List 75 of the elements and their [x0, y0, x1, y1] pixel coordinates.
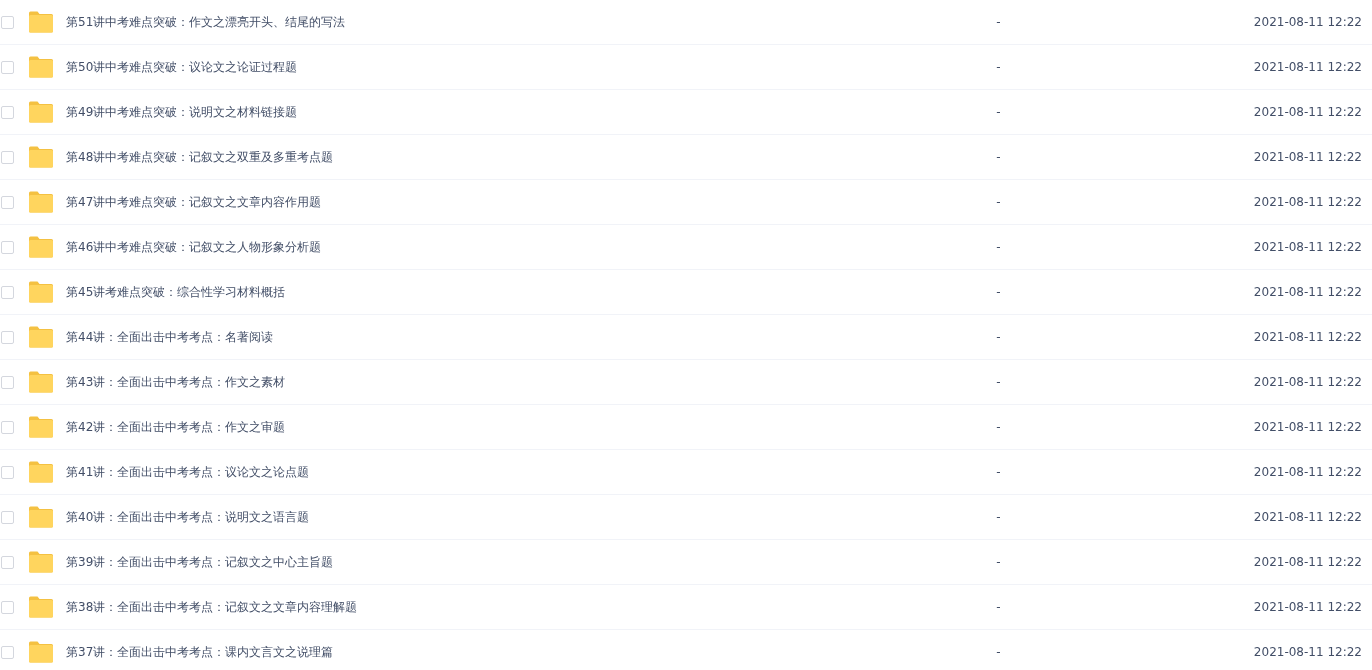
file-name[interactable]: 第43讲：全面出击中考考点：作文之素材 [66, 373, 766, 391]
file-name[interactable]: 第40讲：全面出击中考考点：说明文之语言题 [66, 508, 766, 526]
checkbox[interactable] [1, 60, 14, 74]
file-size: - [995, 60, 1002, 74]
file-name[interactable]: 第42讲：全面出击中考考点：作文之审题 [66, 418, 766, 436]
modified-date: 2021-08-11 12:22 [1253, 240, 1362, 254]
checkbox[interactable] [1, 195, 14, 209]
file-size: - [995, 195, 1002, 209]
file-size: - [995, 465, 1002, 479]
file-name[interactable]: 第37讲：全面出击中考考点：课内文言文之说理篇 [66, 643, 766, 661]
folder-icon [28, 596, 54, 618]
modified-date: 2021-08-11 12:22 [1253, 555, 1362, 569]
file-size: - [995, 330, 1002, 344]
file-size: - [995, 600, 1002, 614]
checkbox[interactable] [1, 105, 14, 119]
checkbox[interactable] [1, 240, 14, 254]
file-name[interactable]: 第38讲：全面出击中考考点：记叙文之文章内容理解题 [66, 598, 766, 616]
checkbox[interactable] [1, 150, 14, 164]
file-size: - [995, 420, 1002, 434]
file-size: - [995, 285, 1002, 299]
file-name[interactable]: 第51讲中考难点突破：作文之漂亮开头、结尾的写法 [66, 13, 766, 31]
folder-icon [28, 11, 54, 33]
file-name[interactable]: 第48讲中考难点突破：记叙文之双重及多重考点题 [66, 148, 766, 166]
folder-icon [28, 326, 54, 348]
modified-date: 2021-08-11 12:22 [1253, 465, 1362, 479]
modified-date: 2021-08-11 12:22 [1253, 510, 1362, 524]
file-name[interactable]: 第45讲考难点突破：综合性学习材料概括 [66, 283, 766, 301]
file-size: - [995, 375, 1002, 389]
modified-date: 2021-08-11 12:22 [1253, 285, 1362, 299]
file-name[interactable]: 第47讲中考难点突破：记叙文之文章内容作用题 [66, 193, 766, 211]
modified-date: 2021-08-11 12:22 [1253, 645, 1362, 659]
checkbox[interactable] [1, 645, 14, 659]
file-size: - [995, 555, 1002, 569]
folder-icon [28, 506, 54, 528]
checkbox[interactable] [1, 600, 14, 614]
file-name[interactable]: 第46讲中考难点突破：记叙文之人物形象分析题 [66, 238, 766, 256]
folder-icon [28, 461, 54, 483]
file-size: - [995, 150, 1002, 164]
file-size: - [995, 105, 1002, 119]
file-size: - [995, 510, 1002, 524]
checkbox[interactable] [1, 465, 14, 479]
modified-date: 2021-08-11 12:22 [1253, 600, 1362, 614]
file-name[interactable]: 第49讲中考难点突破：说明文之材料链接题 [66, 103, 766, 121]
folder-icon [28, 101, 54, 123]
checkbox[interactable] [1, 330, 14, 344]
checkbox[interactable] [1, 510, 14, 524]
checkbox[interactable] [1, 15, 14, 29]
file-name[interactable]: 第44讲：全面出击中考考点：名著阅读 [66, 328, 766, 346]
file-size: - [995, 15, 1002, 29]
modified-date: 2021-08-11 12:22 [1253, 330, 1362, 344]
folder-icon [28, 416, 54, 438]
folder-icon [28, 551, 54, 573]
folder-icon [28, 191, 54, 213]
file-size: - [995, 240, 1002, 254]
modified-date: 2021-08-11 12:22 [1253, 375, 1362, 389]
checkbox[interactable] [1, 420, 14, 434]
folder-icon [28, 56, 54, 78]
file-name[interactable]: 第39讲：全面出击中考考点：记叙文之中心主旨题 [66, 553, 766, 571]
modified-date: 2021-08-11 12:22 [1253, 150, 1362, 164]
file-name[interactable]: 第41讲：全面出击中考考点：议论文之论点题 [66, 463, 766, 481]
modified-date: 2021-08-11 12:22 [1253, 420, 1362, 434]
folder-icon [28, 641, 54, 663]
checkbox[interactable] [1, 285, 14, 299]
modified-date: 2021-08-11 12:22 [1253, 15, 1362, 29]
file-name[interactable]: 第50讲中考难点突破：议论文之论证过程题 [66, 58, 766, 76]
modified-date: 2021-08-11 12:22 [1253, 105, 1362, 119]
checkbox[interactable] [1, 375, 14, 389]
file-size: - [995, 645, 1002, 659]
folder-icon [28, 146, 54, 168]
modified-date: 2021-08-11 12:22 [1253, 195, 1362, 209]
folder-icon [28, 371, 54, 393]
folder-icon [28, 236, 54, 258]
folder-icon [28, 281, 54, 303]
modified-date: 2021-08-11 12:22 [1253, 60, 1362, 74]
checkbox[interactable] [1, 555, 14, 569]
